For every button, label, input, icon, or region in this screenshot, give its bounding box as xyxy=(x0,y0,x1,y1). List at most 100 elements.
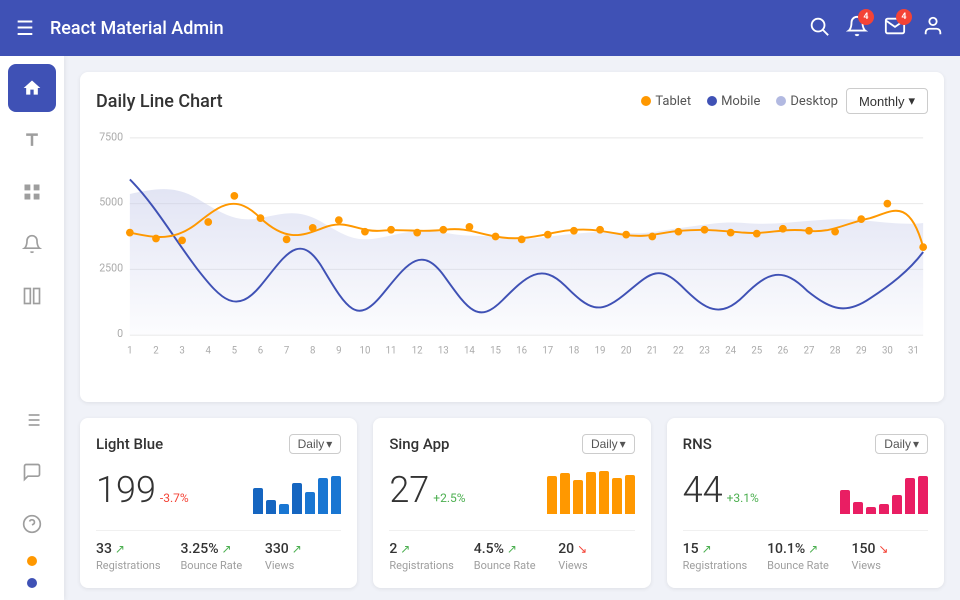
bell-badge: 4 xyxy=(858,9,874,25)
avatar-icon-wrap[interactable] xyxy=(922,15,944,41)
mini-bar-rns-1 xyxy=(840,490,850,514)
legend-label-tablet: Tablet xyxy=(655,94,691,109)
mail-icon-wrap[interactable]: 4 xyxy=(884,15,906,41)
footer-bounce-sa: 4.5%↗ Bounce Rate xyxy=(474,541,550,572)
footer-registrations-sa: 2↗ Registrations xyxy=(389,541,465,572)
layout: Daily Line Chart Tablet Mobile Desktop xyxy=(0,56,960,600)
mini-bar-sa-6 xyxy=(612,478,622,514)
svg-text:26: 26 xyxy=(777,346,788,357)
chevron-rns: ▾ xyxy=(913,437,919,451)
stat-card-title-sa: Sing App xyxy=(389,435,449,453)
chart-title: Daily Line Chart xyxy=(96,91,633,112)
arrow-up-icon: ↗ xyxy=(115,542,125,556)
mini-bar-rns-2 xyxy=(853,502,863,514)
stat-card-header-lb: Light Blue Daily ▾ xyxy=(96,434,341,454)
mini-bar-sa-4 xyxy=(586,472,596,514)
legend-desktop: Desktop xyxy=(776,94,838,109)
mini-bar-lb-6 xyxy=(318,478,328,514)
svg-text:2500: 2500 xyxy=(99,261,123,274)
home-icon xyxy=(22,78,42,98)
stat-main-rns: 44+3.1% xyxy=(683,466,928,514)
chevron-sa: ▾ xyxy=(620,437,626,451)
svg-text:6: 6 xyxy=(258,346,263,357)
period-selector[interactable]: Monthly ▾ xyxy=(846,88,928,114)
sidebar-item-list[interactable] xyxy=(8,396,56,444)
sidebar xyxy=(0,56,64,600)
stat-footer-sa: 2↗ Registrations 4.5%↗ Bounce Rate 20↘ V… xyxy=(389,530,634,572)
search-icon xyxy=(808,15,830,37)
footer-bounce-rns: 10.1%↗ Bounce Rate xyxy=(767,541,843,572)
period-btn-sa[interactable]: Daily ▾ xyxy=(582,434,635,454)
legend-label-desktop: Desktop xyxy=(790,94,838,109)
mini-bar-lb-3 xyxy=(279,504,289,514)
list-icon xyxy=(22,410,42,430)
stat-footer-rns: 15↗ Registrations 10.1%↗ Bounce Rate 150… xyxy=(683,530,928,572)
sidebar-item-help[interactable] xyxy=(8,500,56,548)
footer-views-rns: 150↘ Views xyxy=(852,541,928,572)
mini-bar-sa-7 xyxy=(625,475,635,514)
svg-text:17: 17 xyxy=(542,346,553,357)
svg-text:5000: 5000 xyxy=(99,196,123,209)
chevron-down-icon: ▾ xyxy=(908,93,915,109)
svg-text:30: 30 xyxy=(882,346,893,357)
legend-dot-mobile xyxy=(707,96,717,106)
mini-bar-sa-5 xyxy=(599,471,609,514)
stat-number-sa: 27+2.5% xyxy=(389,469,465,511)
svg-text:24: 24 xyxy=(725,346,736,357)
bell-icon-wrap[interactable]: 4 xyxy=(846,15,868,41)
stat-card-header-sa: Sing App Daily ▾ xyxy=(389,434,634,454)
line-chart-svg: 7500 5000 2500 0 xyxy=(96,122,928,382)
sidebar-item-book[interactable] xyxy=(8,272,56,320)
text-icon xyxy=(22,130,42,150)
legend-mobile: Mobile xyxy=(707,94,760,109)
mini-bar-rns-3 xyxy=(866,507,876,514)
arrow-up-icon: ↗ xyxy=(222,542,232,556)
legend-dot-tablet xyxy=(641,96,651,106)
sidebar-item-bell[interactable] xyxy=(8,220,56,268)
svg-text:5: 5 xyxy=(232,346,238,357)
mini-bar-lb-4 xyxy=(292,483,302,514)
navbar-icons: 4 4 xyxy=(808,15,944,41)
svg-text:19: 19 xyxy=(595,346,606,357)
stat-card-rns: RNS Daily ▾ 44+3.1% xyxy=(667,418,944,588)
stat-card-header-rns: RNS Daily ▾ xyxy=(683,434,928,454)
book-icon xyxy=(22,286,42,306)
svg-text:7: 7 xyxy=(284,346,289,357)
svg-text:14: 14 xyxy=(464,346,475,357)
dot-orange xyxy=(27,556,37,566)
arrow-down-icon: ↘ xyxy=(878,542,888,556)
mini-bar-sa-2 xyxy=(560,473,570,514)
svg-text:12: 12 xyxy=(412,346,423,357)
period-btn-lb[interactable]: Daily ▾ xyxy=(289,434,342,454)
arrow-up-icon: ↗ xyxy=(400,542,410,556)
stat-main-sa: 27+2.5% xyxy=(389,466,634,514)
sidebar-item-home[interactable] xyxy=(8,64,56,112)
sidebar-item-grid[interactable] xyxy=(8,168,56,216)
chat-icon xyxy=(22,462,42,482)
stat-footer-lb: 33↗ Registrations 3.25%↗ Bounce Rate 330… xyxy=(96,530,341,572)
mini-bar-lb-5 xyxy=(305,492,315,514)
menu-icon[interactable]: ☰ xyxy=(16,16,34,40)
svg-text:27: 27 xyxy=(804,346,815,357)
mini-bar-rns-4 xyxy=(879,504,889,514)
svg-text:22: 22 xyxy=(673,346,684,357)
arrow-down-icon: ↘ xyxy=(577,542,587,556)
avatar-icon xyxy=(922,15,944,37)
stat-number-lb: 199-3.7% xyxy=(96,469,189,511)
sidebar-item-chat[interactable] xyxy=(8,448,56,496)
sidebar-item-text[interactable] xyxy=(8,116,56,164)
mini-bar-rns-5 xyxy=(892,495,902,514)
svg-text:3: 3 xyxy=(179,346,184,357)
mini-bar-lb-7 xyxy=(331,476,341,514)
mail-badge: 4 xyxy=(896,9,912,25)
footer-views-sa: 20↘ Views xyxy=(558,541,634,572)
svg-text:18: 18 xyxy=(568,346,579,357)
arrow-up-icon: ↗ xyxy=(507,542,517,556)
mini-bar-sa-1 xyxy=(547,476,557,514)
svg-text:11: 11 xyxy=(386,346,397,357)
arrow-up-icon: ↗ xyxy=(808,542,818,556)
svg-text:23: 23 xyxy=(699,346,710,357)
period-btn-rns[interactable]: Daily ▾ xyxy=(875,434,928,454)
search-icon-wrap[interactable] xyxy=(808,15,830,41)
mini-bars-lb xyxy=(253,466,341,514)
